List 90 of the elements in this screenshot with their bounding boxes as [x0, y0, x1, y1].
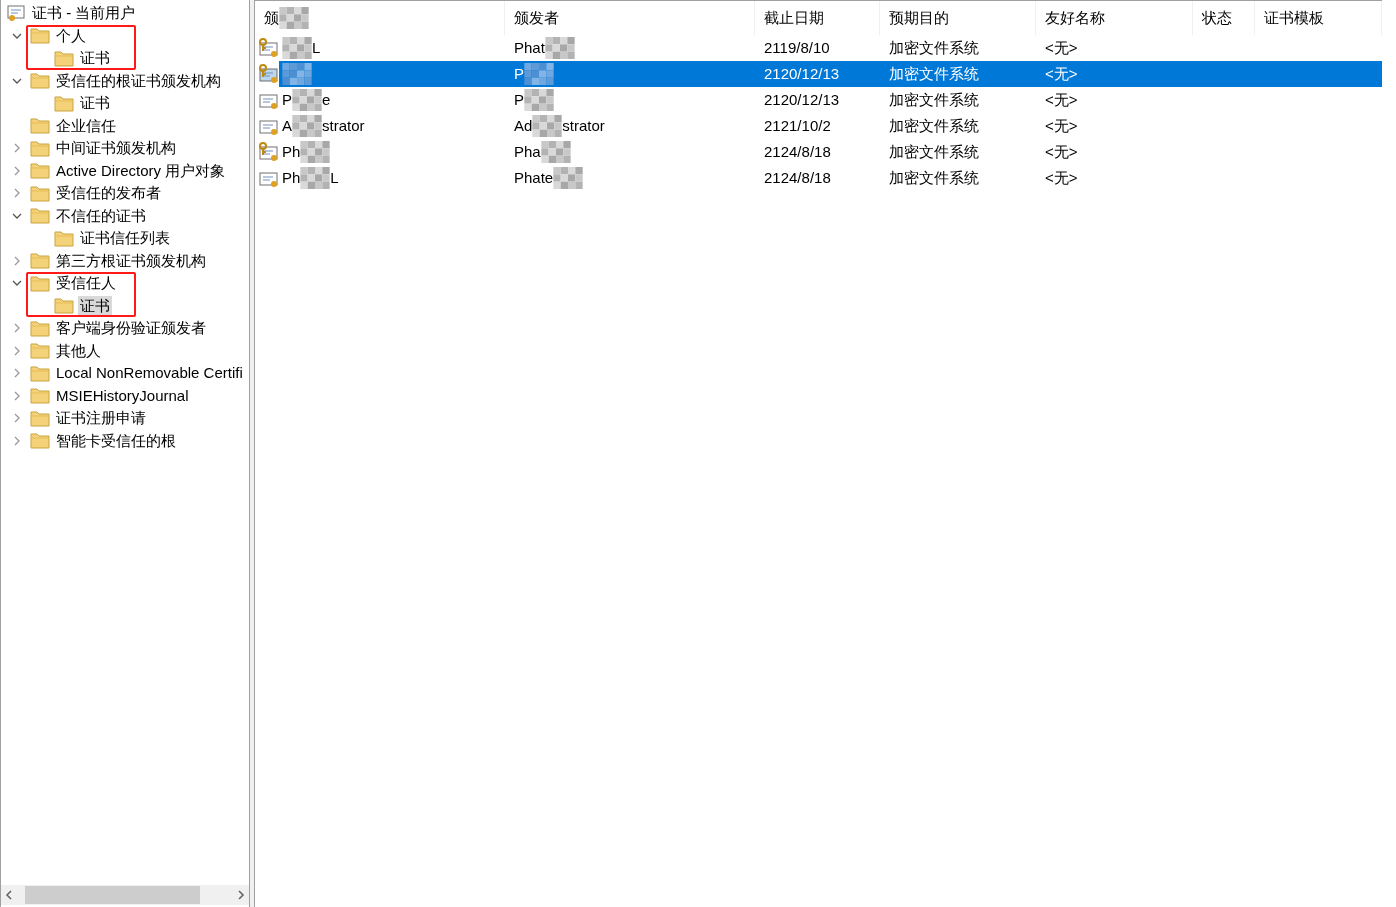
tree-item[interactable]: 不信任的证书 [54, 205, 148, 226]
cell-text: 加密文件系统 [889, 89, 979, 110]
cell-text: 加密文件系统 [889, 167, 979, 188]
tree-item[interactable]: 证书 [78, 295, 112, 316]
folder-icon [30, 207, 50, 225]
column-header: 截止日期 [764, 7, 824, 28]
cell-text: 加密文件系统 [889, 37, 979, 58]
tree-item[interactable]: 客户端身份验证颁发者 [54, 318, 208, 339]
key-certificate-icon [258, 64, 280, 84]
folder-icon [30, 72, 50, 90]
tree-item[interactable]: Active Directory 用户对象 [54, 160, 228, 181]
cell-text: 加密文件系统 [889, 63, 979, 84]
scrollbar-thumb[interactable] [25, 886, 200, 904]
cell-text: strator [322, 115, 365, 136]
cell-text: Ad [514, 115, 533, 136]
cell-text: P [282, 89, 292, 110]
cell-text: 2124/8/18 [764, 167, 831, 188]
cell-text: e [322, 89, 331, 110]
folder-icon [30, 319, 50, 337]
cell-text: A [282, 115, 292, 136]
tree-root-label[interactable]: 证书 - 当前用户 [30, 3, 138, 24]
folder-icon [30, 364, 50, 382]
table-row[interactable]: Ph Pha 2124/8/18 加密文件系统 <无> [255, 139, 1382, 165]
folder-icon [54, 94, 74, 112]
tree-item[interactable]: 证书 [78, 93, 112, 114]
table-row[interactable]: Ph L Phate 2124/8/18 加密文件系统 <无> [255, 165, 1382, 191]
key-certificate-icon [258, 142, 280, 162]
folder-icon [54, 49, 74, 67]
table-row[interactable]: L Phat 2119/8/10 加密文件系统 <无> [255, 35, 1382, 61]
folder-icon [30, 274, 50, 292]
tree-item[interactable]: 智能卡受信任的根 [54, 430, 178, 451]
folder-icon [30, 409, 50, 427]
cell-text: strator [562, 115, 605, 136]
folder-icon [30, 252, 50, 270]
cell-text: Phate [514, 167, 554, 188]
cell-text: 2121/10/2 [764, 115, 831, 136]
cell-text: <无> [1045, 167, 1078, 188]
cell-text: P [514, 89, 524, 110]
folder-icon [54, 297, 74, 315]
tree-item[interactable]: 企业信任 [54, 115, 118, 136]
folder-icon [30, 162, 50, 180]
column-header: 状态 [1202, 7, 1232, 28]
cell-text: <无> [1045, 37, 1078, 58]
folder-icon [54, 229, 74, 247]
tree-item[interactable]: 受信任人 [54, 273, 118, 294]
table-row[interactable]: A strator Ad strator 2121/10/2 加密文件系统 <无> [255, 113, 1382, 139]
cell-text: <无> [1045, 89, 1078, 110]
cell-text: 2120/12/13 [764, 89, 840, 110]
tree-item[interactable]: 中间证书颁发机构 [54, 138, 178, 159]
cell-text: P [514, 63, 524, 84]
folder-icon [30, 387, 50, 405]
tree-item[interactable]: 受信任的发布者 [54, 183, 163, 204]
cell-text: 加密文件系统 [889, 141, 979, 162]
cell-text: L [330, 167, 339, 188]
column-header: 预期目的 [889, 7, 949, 28]
cell-text: Phat [514, 37, 545, 58]
column-header: 证书模板 [1264, 7, 1324, 28]
folder-icon [30, 117, 50, 135]
folder-icon [30, 342, 50, 360]
tree-item[interactable]: 证书 [78, 48, 112, 69]
tree-item[interactable]: 证书信任列表 [78, 228, 172, 249]
folder-icon [30, 139, 50, 157]
cell-text: 2119/8/10 [764, 37, 830, 58]
column-header: 颁发者 [514, 7, 559, 28]
tree-item[interactable]: 其他人 [54, 340, 103, 361]
folder-icon [30, 432, 50, 450]
cell-text: 2124/8/18 [764, 141, 831, 162]
tree-item[interactable]: 个人 [54, 25, 88, 46]
cell-text: <无> [1045, 141, 1078, 162]
tree-item[interactable]: 受信任的根证书颁发机构 [54, 70, 223, 91]
cell-text: Pha [514, 141, 541, 162]
tree-item[interactable]: 第三方根证书颁发机构 [54, 250, 208, 271]
column-header: 友好名称 [1045, 7, 1105, 28]
folder-icon [30, 184, 50, 202]
key-certificate-icon [258, 38, 280, 58]
cell-text: Ph [282, 141, 301, 162]
folder-icon [30, 27, 50, 45]
tree-item[interactable]: Local NonRemovable Certifi [54, 363, 245, 384]
cell-text: 2120/12/13 [764, 63, 840, 84]
tree-item[interactable]: 证书注册申请 [54, 408, 148, 429]
table-row[interactable]: P 2120/12/13 加密文件系统 <无> [255, 61, 1382, 87]
cell-text: <无> [1045, 115, 1078, 136]
certificate-store-icon [6, 4, 26, 22]
cell-text: Ph [282, 167, 301, 188]
tree-item[interactable]: MSIEHistoryJournal [54, 385, 191, 406]
column-header: 颁 [264, 7, 279, 28]
table-row[interactable]: P e P 2120/12/13 加密文件系统 <无> [255, 87, 1382, 113]
cell-text: L [312, 37, 321, 58]
cell-text: 加密文件系统 [889, 115, 979, 136]
cell-text: <无> [1045, 63, 1078, 84]
